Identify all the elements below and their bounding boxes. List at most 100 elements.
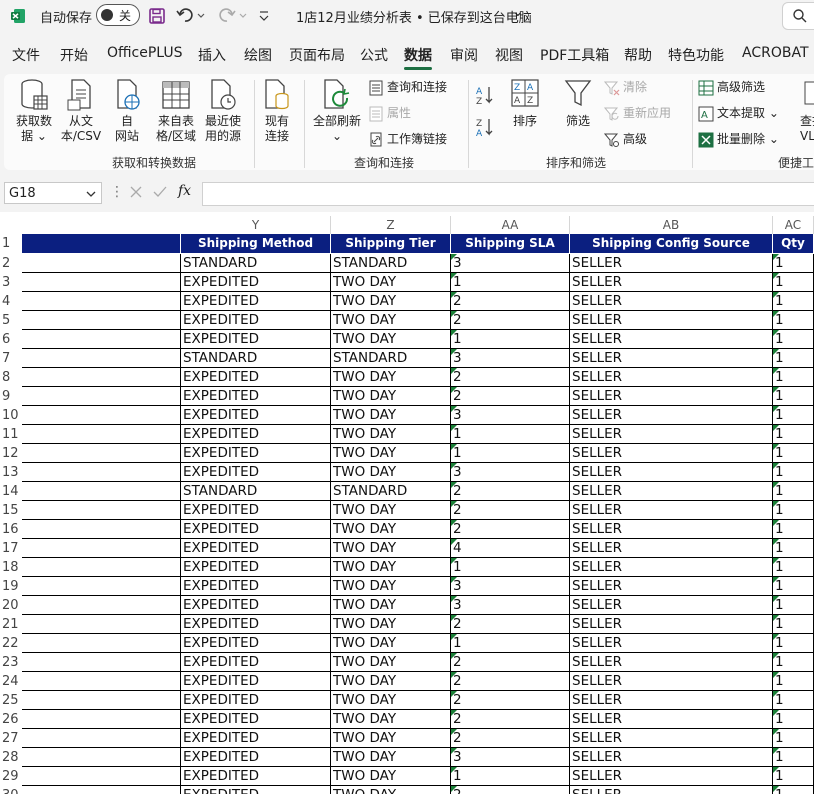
spreadsheet-grid[interactable]: Y Z AA AB AC 1 Shipping Method Shipping … (0, 212, 814, 794)
cell-shipping-method[interactable]: STANDARD (181, 254, 331, 273)
cell-shipping-tier[interactable]: STANDARD (331, 482, 451, 501)
cell-shipping-tier[interactable]: TWO DAY (331, 634, 451, 653)
cell-shipping-sla[interactable]: 1 (451, 330, 570, 349)
cell-shipping-method[interactable]: EXPEDITED (181, 748, 331, 767)
cell-qty[interactable]: 1 (773, 501, 814, 520)
tab-draw[interactable]: 绘图 (244, 45, 272, 65)
cell-shipping-tier[interactable]: TWO DAY (331, 653, 451, 672)
cell-shipping-tier[interactable]: TWO DAY (331, 387, 451, 406)
row-header[interactable]: 3 (0, 273, 24, 292)
from-text-csv-button[interactable]: 从文 本/CSV (56, 78, 106, 144)
more-options-icon[interactable]: ⋮ (110, 184, 124, 200)
cell-config-source[interactable]: SELLER (570, 729, 773, 748)
cell-empty[interactable] (22, 254, 181, 273)
row-header[interactable]: 7 (0, 349, 24, 368)
cell-shipping-tier[interactable]: TWO DAY (331, 311, 451, 330)
lookup-vlookup-button[interactable]: 查找 VLO (794, 78, 814, 144)
cell-empty[interactable] (22, 596, 181, 615)
cell-qty[interactable]: 1 (773, 710, 814, 729)
row-header[interactable]: 19 (0, 577, 24, 596)
cell-qty[interactable]: 1 (773, 292, 814, 311)
cell-qty[interactable]: 1 (773, 406, 814, 425)
from-table-button[interactable]: 来自表 格/区域 (150, 78, 202, 144)
properties-button[interactable]: 属性 (368, 104, 411, 122)
cell-shipping-sla[interactable]: 4 (451, 539, 570, 558)
cell-shipping-sla[interactable]: 2 (451, 653, 570, 672)
cell-qty[interactable]: 1 (773, 520, 814, 539)
cell-shipping-sla[interactable]: 2 (451, 520, 570, 539)
cell-shipping-method[interactable]: EXPEDITED (181, 558, 331, 577)
cell-config-source[interactable]: SELLER (570, 387, 773, 406)
cell-shipping-sla[interactable]: 2 (451, 482, 570, 501)
cell-shipping-tier[interactable]: TWO DAY (331, 691, 451, 710)
recent-sources-button[interactable]: 最近使 用的源 (198, 78, 248, 144)
cell-shipping-sla[interactable]: 1 (451, 444, 570, 463)
cell-empty[interactable] (22, 406, 181, 425)
cell-shipping-tier[interactable]: TWO DAY (331, 729, 451, 748)
cell-shipping-sla[interactable]: 2 (451, 710, 570, 729)
row-header[interactable]: 8 (0, 368, 24, 387)
cell-shipping-sla[interactable]: 1 (451, 634, 570, 653)
cell-shipping-tier[interactable]: TWO DAY (331, 463, 451, 482)
tab-file[interactable]: 文件 (12, 45, 40, 65)
cell-shipping-method[interactable]: EXPEDITED (181, 501, 331, 520)
cell-empty[interactable] (22, 311, 181, 330)
document-title[interactable]: 1店12月业绩分析表 • 已保存到这台电脑 (296, 7, 532, 26)
tab-pdf-tools[interactable]: PDF工具箱 (540, 45, 609, 65)
tab-officeplus[interactable]: OfficePLUS (107, 45, 183, 61)
row-header[interactable]: 20 (0, 596, 24, 615)
cell-config-source[interactable]: SELLER (570, 254, 773, 273)
cell-shipping-sla[interactable]: 2 (451, 501, 570, 520)
cell-empty[interactable] (22, 463, 181, 482)
cell-shipping-tier[interactable]: TWO DAY (331, 520, 451, 539)
row-header[interactable]: 24 (0, 672, 24, 691)
cell-qty[interactable]: 1 (773, 444, 814, 463)
cell-config-source[interactable]: SELLER (570, 786, 773, 794)
cell-shipping-tier[interactable]: TWO DAY (331, 425, 451, 444)
cell-empty[interactable] (22, 501, 181, 520)
cell-empty[interactable] (22, 349, 181, 368)
row-header[interactable]: 18 (0, 558, 24, 577)
cell-config-source[interactable]: SELLER (570, 463, 773, 482)
column-header-z[interactable]: Z (331, 216, 451, 234)
cell-config-source[interactable]: SELLER (570, 577, 773, 596)
cell-empty[interactable] (22, 615, 181, 634)
from-web-button[interactable]: 自 网站 (104, 78, 150, 144)
header-shipping-sla[interactable]: Shipping SLA (451, 234, 570, 253)
advanced-filter-button[interactable]: 高级 (603, 130, 647, 148)
cell-empty[interactable] (22, 387, 181, 406)
cell-shipping-method[interactable]: EXPEDITED (181, 520, 331, 539)
cell-empty[interactable] (22, 368, 181, 387)
tab-data[interactable]: 数据 (404, 45, 432, 65)
excel-logo-icon[interactable] (10, 8, 26, 28)
cell-shipping-method[interactable]: EXPEDITED (181, 767, 331, 786)
tab-formulas[interactable]: 公式 (360, 45, 388, 65)
cell-qty[interactable]: 1 (773, 368, 814, 387)
header-qty[interactable]: Qty (773, 234, 814, 253)
cell-qty[interactable]: 1 (773, 463, 814, 482)
cell-qty[interactable]: 1 (773, 482, 814, 501)
cell-shipping-method[interactable]: EXPEDITED (181, 615, 331, 634)
header-shipping-method[interactable]: Shipping Method (181, 234, 331, 253)
row-header[interactable]: 12 (0, 444, 24, 463)
cell-qty[interactable]: 1 (773, 387, 814, 406)
row-header[interactable]: 9 (0, 387, 24, 406)
text-extract-button[interactable]: A 文本提取 ⌄ (698, 104, 779, 122)
row-header[interactable]: 28 (0, 748, 24, 767)
cell-config-source[interactable]: SELLER (570, 691, 773, 710)
cell-shipping-method[interactable]: EXPEDITED (181, 729, 331, 748)
cell-empty[interactable] (22, 653, 181, 672)
cell-empty[interactable] (22, 634, 181, 653)
cell-qty[interactable]: 1 (773, 425, 814, 444)
cell-config-source[interactable]: SELLER (570, 634, 773, 653)
row-header[interactable]: 11 (0, 425, 24, 444)
cell-shipping-sla[interactable]: 2 (451, 368, 570, 387)
refresh-dropdown-icon[interactable]: ⌄ (332, 129, 342, 143)
cell-shipping-method[interactable]: STANDARD (181, 349, 331, 368)
cell-shipping-method[interactable]: EXPEDITED (181, 653, 331, 672)
cell-shipping-method[interactable]: STANDARD (181, 482, 331, 501)
cell-empty[interactable] (22, 672, 181, 691)
cell-empty[interactable] (22, 767, 181, 786)
row-header[interactable]: 2 (0, 254, 24, 273)
cell-empty[interactable] (22, 691, 181, 710)
